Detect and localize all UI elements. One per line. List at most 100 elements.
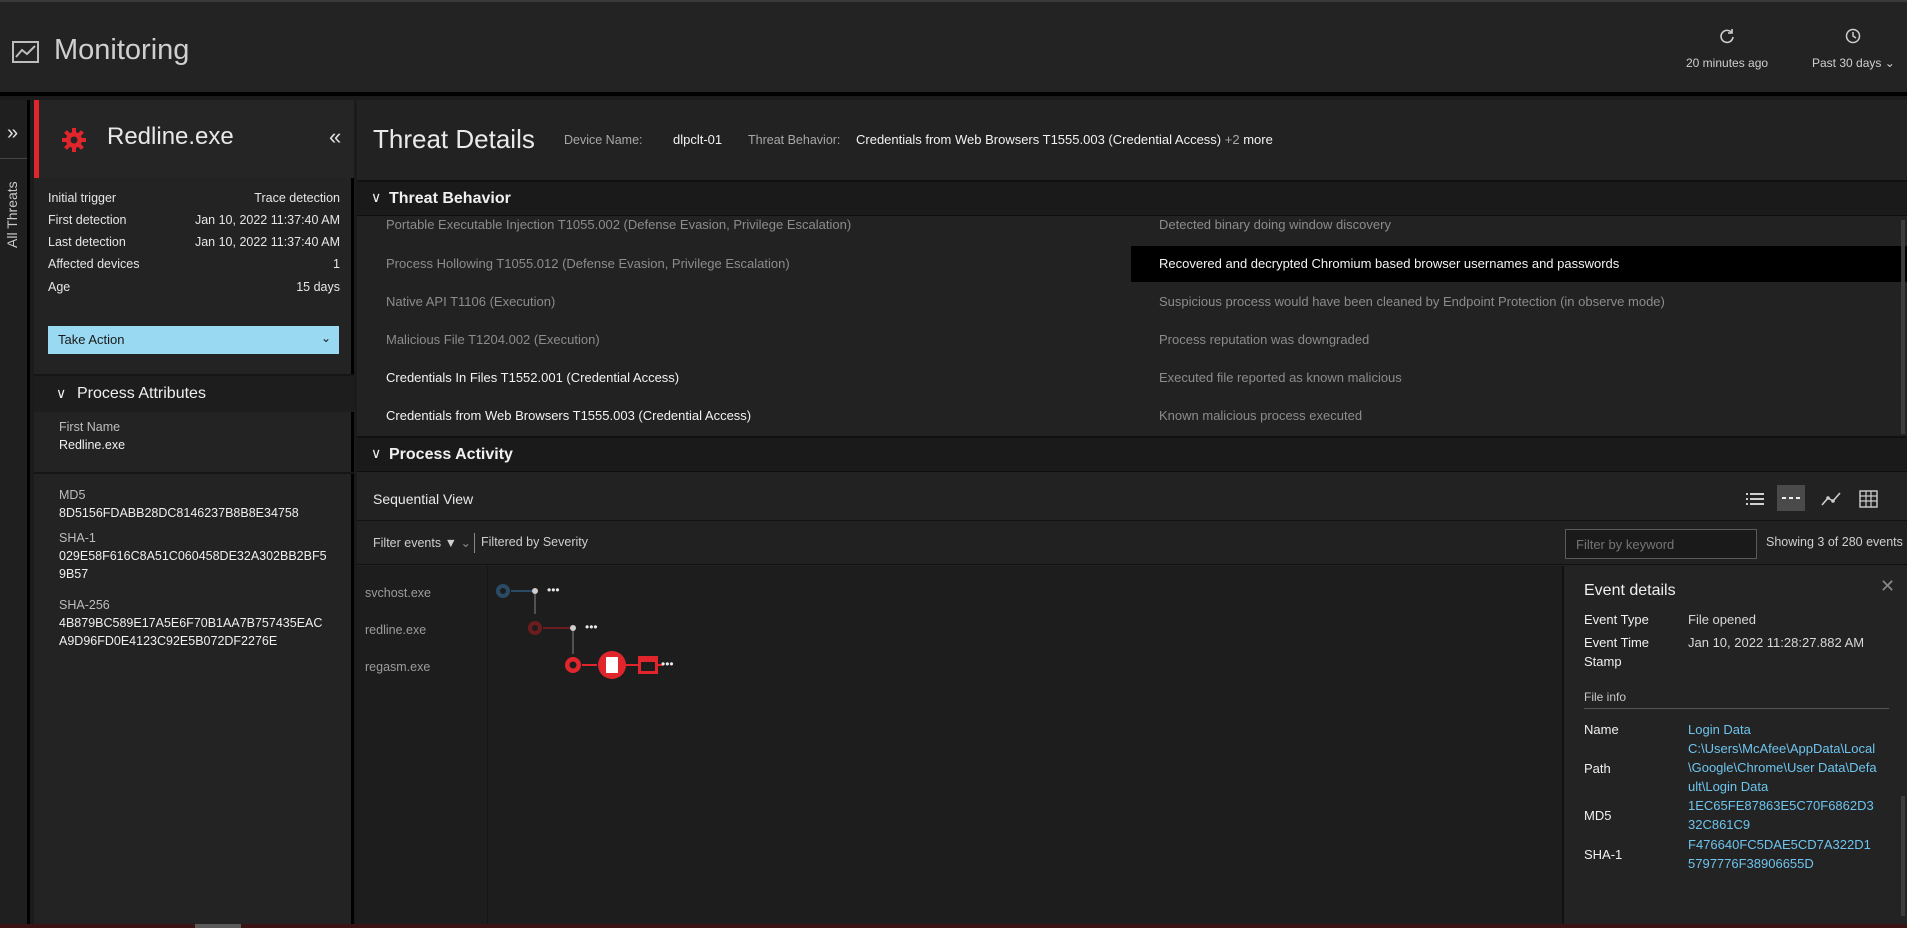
filter-events-dropdown[interactable]: Filter events ▼ ⌄ — [373, 535, 471, 550]
event-type-value: File opened — [1688, 612, 1756, 627]
close-icon[interactable]: ✕ — [1880, 576, 1895, 597]
top-bar: Monitoring 20 minutes ago Past 30 days ⌄ — [0, 0, 1907, 96]
lane-label: svchost.exe — [365, 586, 432, 600]
threat-summary-panel: Redline.exe « Initial trigger Trace detec… — [34, 100, 354, 924]
behavior-item[interactable]: Process reputation was downgraded — [1159, 332, 1369, 347]
view-toolbar: Sequential View — [357, 475, 1907, 521]
path-label: Path — [1584, 761, 1611, 776]
take-action-label: Take Action — [58, 332, 125, 347]
behavior-item[interactable]: Suspicious process would have been clean… — [1159, 294, 1665, 309]
svchost-event-dot[interactable] — [532, 588, 538, 594]
behavior-item[interactable]: Executed file reported as known maliciou… — [1159, 370, 1402, 385]
event-details-title: Event details — [1584, 582, 1676, 599]
file-md5-label: MD5 — [1584, 808, 1612, 823]
sha256-label: SHA-256 — [59, 598, 110, 612]
chevron-down-icon: ∨ — [371, 445, 382, 461]
more-events-icon[interactable]: ••• — [547, 583, 560, 597]
technique-item[interactable]: Credentials from Web Browsers T1555.003 … — [386, 408, 751, 423]
first-name-value: Redline.exe — [59, 438, 126, 452]
refresh-icon — [1720, 29, 1734, 44]
age-row: Age 15 days — [48, 280, 340, 294]
time-range-label: Past 30 days — [1812, 56, 1882, 70]
event-type-label: Event Type — [1584, 612, 1649, 627]
details-scrollbar[interactable] — [1901, 796, 1905, 916]
sequential-view-button[interactable] — [1777, 485, 1805, 511]
row-label: Affected devices — [48, 257, 140, 271]
file-name-link[interactable]: Login Data — [1688, 720, 1888, 739]
row-label: First detection — [48, 213, 127, 227]
timestamp-value: Jan 10, 2022 11:28:27.882 AM — [1688, 635, 1865, 650]
time-range-dropdown[interactable]: Past 30 days ⌄ — [1812, 28, 1895, 70]
initial-trigger-row: Initial trigger Trace detection — [48, 191, 340, 205]
process-attributes-toggle[interactable]: ∨ Process Attributes — [34, 376, 354, 412]
threat-details-panel: Threat Details Device Name: dlpclt-01 Th… — [357, 100, 1907, 924]
list-view-icon[interactable] — [1743, 489, 1767, 509]
redline-event-dot[interactable] — [570, 625, 576, 631]
technique-item[interactable]: Malicious File T1204.002 (Execution) — [386, 332, 600, 347]
row-value: 15 days — [296, 280, 340, 294]
file-md5-link[interactable]: 1EC65FE87863E5C70F6862D332C861C9 — [1688, 796, 1876, 834]
more-link[interactable]: more — [1243, 132, 1273, 147]
more-count: +2 — [1224, 132, 1240, 147]
process-activity-toggle[interactable]: ∨ Process Activity — [357, 436, 1907, 472]
file-sha1-link[interactable]: F476640FC5DAE5CD7A322D15797776F38906655D — [1688, 835, 1876, 873]
technique-item[interactable]: Process Hollowing T1055.012 (Defense Eva… — [386, 256, 790, 271]
technique-item[interactable]: Portable Executable Injection T1055.002 … — [386, 217, 851, 232]
chevron-down-icon: ⌄ — [460, 536, 471, 550]
row-label: Age — [48, 280, 71, 294]
regasm-node[interactable] — [565, 657, 581, 673]
redline-node[interactable] — [528, 621, 542, 635]
sha256-value: 4B879BC589E17A5E6F70B1AA7B757435EACA9D96… — [59, 616, 323, 648]
threat-behavior-label: Threat Behavior: — [748, 133, 841, 147]
threat-behavior-toggle[interactable]: ∨ Threat Behavior — [357, 180, 1907, 216]
row-value: Trace detection — [254, 191, 340, 205]
behavior-scrollbar[interactable] — [1901, 220, 1905, 434]
all-threats-tab[interactable]: All Threats — [4, 168, 20, 248]
behavior-item[interactable]: Recovered and decrypted Chromium based b… — [1159, 256, 1619, 271]
refresh-button[interactable]: 20 minutes ago — [1686, 28, 1768, 70]
page-title: Monitoring — [54, 34, 190, 66]
row-label: Last detection — [48, 235, 126, 249]
threat-details-title: Threat Details — [373, 124, 535, 154]
filtered-by-label: Filtered by Severity — [481, 535, 588, 549]
collapse-panel-button[interactable]: « — [329, 124, 341, 150]
horizontal-scrollbar-thumb[interactable] — [195, 924, 241, 928]
take-action-dropdown[interactable]: Take Action ⌄ — [48, 326, 339, 354]
row-value: 1 — [333, 257, 340, 271]
threat-name: Redline.exe — [107, 123, 234, 150]
lane-label: regasm.exe — [365, 660, 431, 674]
expand-panel-button[interactable]: » — [7, 122, 18, 145]
all-threats-label: All Threats — [4, 181, 20, 248]
graph-view-icon[interactable] — [1819, 489, 1843, 509]
refresh-time-label: 20 minutes ago — [1686, 56, 1769, 70]
keyword-filter-input[interactable] — [1565, 529, 1757, 559]
lane-label: redline.exe — [365, 623, 427, 637]
divider — [474, 533, 475, 553]
technique-item[interactable]: Credentials In Files T1552.001 (Credenti… — [386, 370, 679, 385]
svchost-node[interactable] — [496, 584, 510, 598]
table-view-icon[interactable] — [1857, 489, 1881, 509]
file-opened-event[interactable] — [598, 651, 626, 679]
filter-bar: Filter events ▼ ⌄ Filtered by Severity S… — [357, 521, 1907, 565]
threats-rail: » All Threats — [0, 100, 30, 924]
behavior-item[interactable]: Known malicious process executed — [1159, 408, 1362, 423]
behavior-item[interactable]: Detected binary doing window discovery — [1159, 217, 1391, 232]
sequence-icon — [1782, 497, 1800, 499]
registry-event[interactable] — [638, 656, 658, 674]
device-name-label: Device Name: — [564, 133, 643, 147]
event-count-label: Showing 3 of 280 events — [1766, 535, 1903, 549]
technique-item[interactable]: Native API T1106 (Execution) — [386, 294, 555, 309]
timestamp-label: Event Time Stamp — [1584, 635, 1650, 669]
row-value: Jan 10, 2022 11:37:40 AM — [194, 213, 340, 227]
sha1-value: 029E58F616C8A51C060458DE32A302BB2BF59B57 — [59, 549, 327, 581]
clock-icon — [1846, 28, 1861, 44]
chevron-down-icon: ⌄ — [320, 331, 331, 345]
event-details-panel: Event details ✕ Event Type File opened E… — [1562, 566, 1907, 924]
sequential-view-title: Sequential View — [373, 491, 474, 507]
first-detection-row: First detection Jan 10, 2022 11:37:40 AM — [48, 213, 340, 227]
more-events-icon[interactable]: ••• — [661, 657, 674, 671]
more-events-icon[interactable]: ••• — [585, 620, 598, 634]
file-info-label: File info — [1584, 690, 1627, 704]
path-link[interactable]: C:\Users\McAfee\AppData\Local\Google\Chr… — [1688, 739, 1878, 796]
process-graph: svchost.exe redline.exe regasm.exe ••• •… — [357, 566, 1562, 924]
